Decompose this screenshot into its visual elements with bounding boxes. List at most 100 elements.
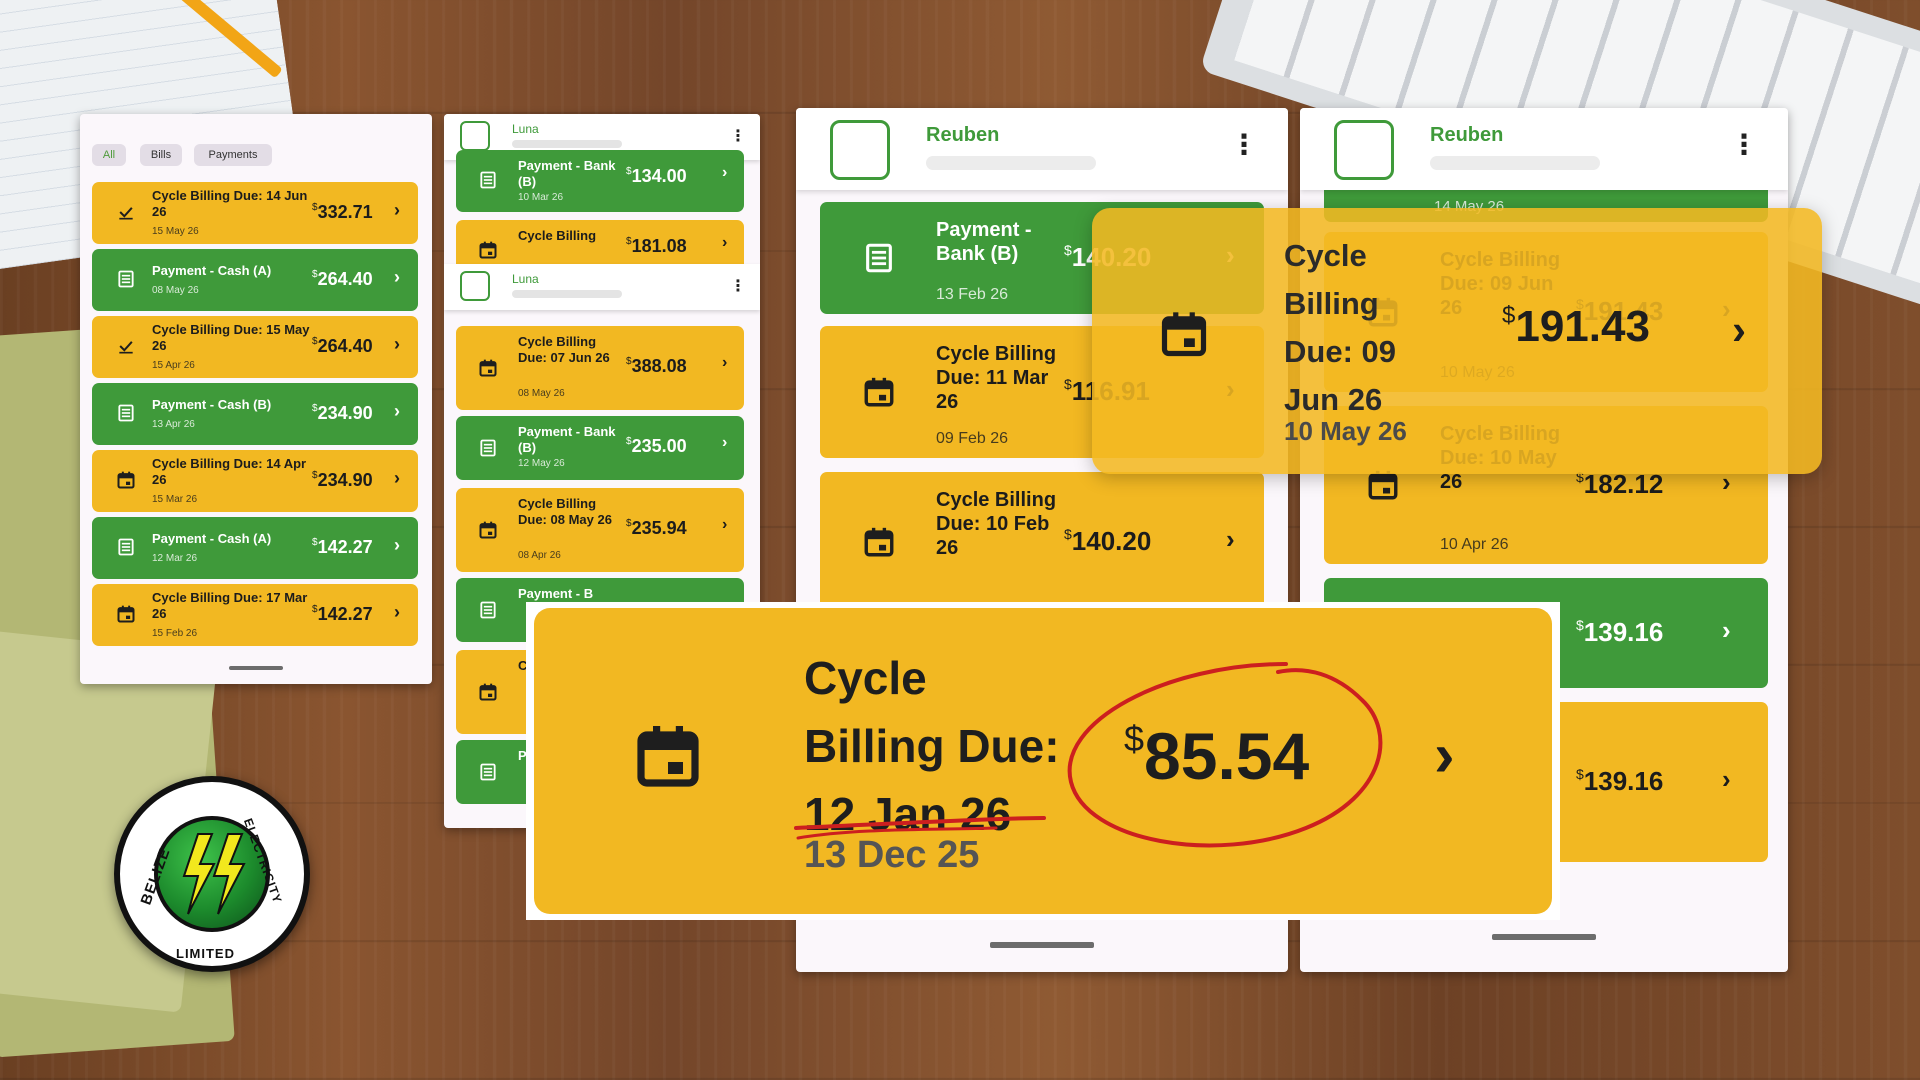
receipt-icon xyxy=(116,537,136,557)
transaction-card[interactable]: Payment - Cash (A) 08 May 26 $264.40 › xyxy=(92,249,418,311)
account-name: Reuben xyxy=(1430,124,1504,146)
avatar xyxy=(1334,120,1394,180)
filter-all-chip[interactable]: All xyxy=(92,144,126,166)
receipt-icon xyxy=(478,170,498,190)
receipt-icon xyxy=(478,438,498,458)
more-menu-icon[interactable]: ⋮ xyxy=(1230,128,1258,161)
zoom-callout-highlight: Cycle Billing Due: 12 Jan 26 13 Dec 25 $… xyxy=(526,602,1560,920)
calendar-icon xyxy=(1158,308,1210,360)
transaction-title: Cycle Billing Due: 08 May 26 xyxy=(518,496,612,527)
transaction-date: 15 Apr 26 xyxy=(152,360,195,371)
chevron-right-icon: › xyxy=(722,434,728,451)
transaction-amount: $139.16 xyxy=(1576,617,1664,647)
transaction-amount: $332.71 xyxy=(312,202,373,222)
calendar-icon xyxy=(478,240,498,260)
account-header: Reuben ⋮ xyxy=(1300,108,1788,190)
transaction-amount: $235.94 xyxy=(626,518,687,538)
transaction-card[interactable]: Cycle Billing Due: 07 Jun 26 08 May 26 $38… xyxy=(456,326,744,410)
chevron-right-icon: › xyxy=(722,164,728,181)
transaction-title: Cycle Billing Due: 10 Feb 26 xyxy=(936,489,1057,559)
transaction-card[interactable]: Cycle Billing Due: 14 Apr 26 15 Mar 26 $23… xyxy=(92,450,418,512)
transaction-date: 12 Mar 26 xyxy=(152,553,198,564)
account-header: Reuben ⋮ xyxy=(796,108,1288,190)
transaction-amount: $264.40 xyxy=(312,336,373,356)
avatar xyxy=(460,121,490,151)
transaction-amount: $142.27 xyxy=(312,537,373,557)
red-annotation xyxy=(794,662,1383,848)
calendar-icon xyxy=(862,525,896,559)
transaction-date: 13 Apr 26 xyxy=(152,419,195,430)
avatar xyxy=(830,120,890,180)
chevron-right-icon: › xyxy=(394,468,400,488)
transaction-card[interactable]: Payment - Bank (B) 10 Mar 26 $134.00 › xyxy=(456,150,744,212)
home-indicator xyxy=(990,942,1094,948)
transaction-amount: $235.00 xyxy=(626,436,687,456)
more-menu-icon[interactable]: ⋮ xyxy=(1730,128,1758,161)
transaction-date: 15 Feb 26 xyxy=(152,628,198,639)
home-indicator xyxy=(1492,934,1596,940)
transaction-title: Payment - Cash (A) xyxy=(152,531,272,546)
transaction-amount: $139.16 xyxy=(1576,766,1664,796)
transaction-card[interactable]: Payment - Cash (A) 12 Mar 26 $142.27 › xyxy=(92,517,418,579)
calendar-icon xyxy=(478,520,498,540)
more-menu-icon[interactable]: ⋮ xyxy=(730,276,746,296)
chevron-right-icon: › xyxy=(394,267,400,287)
transaction-card[interactable]: Cycle Billing Due: 08 May 26 08 Apr 26 $23… xyxy=(456,488,744,572)
transaction-title: Payment - Bank (B) xyxy=(518,158,616,189)
belize-electricity-logo: BELIZE ELECTRICITY LIMITED xyxy=(114,776,310,972)
transaction-date: 08 May 26 xyxy=(518,388,565,399)
transaction-card[interactable]: Cycle Billing Due: 15 May 26 15 Apr 26 $26… xyxy=(92,316,418,378)
avatar xyxy=(460,271,490,301)
transaction-date: 08 May 26 xyxy=(152,285,199,296)
transaction-title: Cycle Billing Due: 11 Mar 26 xyxy=(936,343,1057,413)
transaction-title: Payment - Bank (B) xyxy=(936,219,1032,265)
transaction-title: Cycle Billing Due: 07 Jun 26 xyxy=(518,334,610,365)
calendar-icon xyxy=(116,604,136,624)
account-name: Luna xyxy=(512,122,539,136)
transaction-title: Cycle Billing Due: 15 May 26 xyxy=(152,322,310,353)
transaction-title: Cycle Billing Due: 14 Jun 26 xyxy=(152,188,308,219)
calendar-icon xyxy=(116,470,136,490)
underline-annotation-2 xyxy=(796,826,998,840)
transaction-amount: $134.00 xyxy=(626,166,687,186)
transaction-title: Payment - Bank (B) xyxy=(518,424,616,455)
check-icon xyxy=(116,336,136,356)
transaction-title: Cycle Billing xyxy=(518,228,597,243)
receipt-icon xyxy=(116,403,136,423)
chevron-right-icon: › xyxy=(1722,615,1731,645)
transaction-amount: $388.08 xyxy=(626,356,687,376)
transaction-date: 08 Apr 26 xyxy=(518,550,561,561)
zoom-bill-amount: $191.43 xyxy=(1502,302,1650,351)
chevron-right-icon: › xyxy=(1226,524,1235,554)
receipt-icon xyxy=(478,600,498,620)
chevron-right-icon: › xyxy=(394,602,400,622)
transaction-date: 10 Apr 26 xyxy=(1440,536,1509,553)
underline-annotation xyxy=(794,816,1046,830)
account-number-blurred xyxy=(512,140,622,148)
transaction-card[interactable]: Payment - Bank (B) 12 May 26 $235.00 › xyxy=(456,416,744,480)
transaction-card[interactable]: Cycle Billing Due: 14 Jun 26 15 May 26 $33… xyxy=(92,182,418,244)
chevron-right-icon: › xyxy=(722,516,728,533)
chevron-right-icon: › xyxy=(1722,764,1731,794)
transaction-card[interactable]: Payment - Cash (B) 13 Apr 26 $234.90 › xyxy=(92,383,418,445)
transaction-date: 15 May 26 xyxy=(152,226,199,237)
transaction-date: 15 Mar 26 xyxy=(152,494,198,505)
transaction-card[interactable]: Cycle Billing Due: 17 Mar 26 15 Feb 26 $14… xyxy=(92,584,418,646)
filter-payments-chip[interactable]: Payments xyxy=(194,144,272,166)
chevron-right-icon: › xyxy=(722,354,728,371)
transaction-amount: $142.27 xyxy=(312,604,373,624)
receipt-icon xyxy=(116,269,136,289)
more-menu-icon[interactable]: ⋮ xyxy=(730,126,746,146)
chevron-right-icon: › xyxy=(1732,306,1746,353)
transaction-card[interactable]: Cycle Billing Due: 10 Feb 26 $140.20 › xyxy=(820,472,1264,612)
transaction-date: 13 Feb 26 xyxy=(936,286,1009,303)
logo-text-limited: LIMITED xyxy=(176,946,235,961)
chevron-right-icon: › xyxy=(394,334,400,354)
account-name: Reuben xyxy=(926,124,1000,146)
calendar-icon xyxy=(862,375,896,409)
filter-bills-chip[interactable]: Bills xyxy=(140,144,182,166)
chevron-right-icon: › xyxy=(394,401,400,421)
zoom-bill-date: 10 May 26 xyxy=(1284,416,1407,446)
transaction-date: 10 Mar 26 xyxy=(518,192,564,203)
transaction-amount: $140.20 xyxy=(1064,526,1152,556)
